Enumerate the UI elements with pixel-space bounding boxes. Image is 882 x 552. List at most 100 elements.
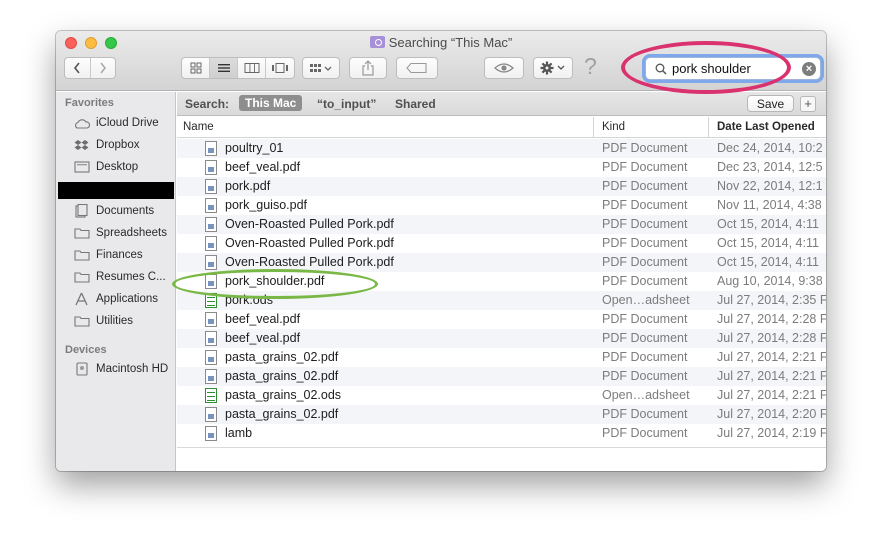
table-row[interactable]: pork_guiso.pdf PDF Document Nov 11, 2014… — [177, 196, 826, 215]
edit-tags-button[interactable] — [396, 57, 438, 79]
file-kind: Open…adsheet — [602, 293, 690, 307]
quick-look-button[interactable] — [484, 57, 524, 79]
applications-icon — [73, 292, 90, 306]
sidebar-item-desktop[interactable]: Desktop — [73, 157, 138, 177]
sidebar-item-label: Dropbox — [96, 139, 140, 151]
column-view-button[interactable] — [238, 58, 266, 78]
file-name: Oven-Roasted Pulled Pork.pdf — [225, 236, 394, 250]
sidebar-item-applications[interactable]: Applications — [73, 289, 158, 309]
sidebar-item-label: Desktop — [96, 161, 139, 173]
sidebar-item-dropbox[interactable]: Dropbox — [73, 135, 139, 155]
file-kind: PDF Document — [602, 160, 688, 174]
sidebar-item-macintosh-hd[interactable]: Macintosh HD — [73, 359, 168, 379]
scope-to-input-button[interactable]: “to_input” — [317, 97, 376, 111]
file-name: beef_veal.pdf — [225, 312, 301, 326]
scope-shared-button[interactable]: Shared — [395, 97, 436, 111]
table-row[interactable]: pasta_grains_02.pdf PDF Document Jul 27,… — [177, 367, 826, 386]
file-name: Oven-Roasted Pulled Pork.pdf — [225, 217, 394, 231]
help-icon[interactable]: ? — [584, 53, 597, 80]
forward-button[interactable] — [91, 58, 116, 78]
pdf-file-icon — [205, 141, 217, 156]
clear-search-icon[interactable]: × — [802, 62, 816, 76]
table-row[interactable]: beef_veal.pdf PDF Document Dec 23, 2014,… — [177, 158, 826, 177]
column-header-date-last-opened[interactable]: Date Last Opened — [717, 121, 815, 133]
dropbox-icon — [73, 139, 90, 152]
table-row[interactable]: pasta_grains_02.pdf PDF Document Jul 27,… — [177, 348, 826, 367]
back-button[interactable] — [65, 58, 91, 78]
table-row[interactable]: Oven-Roasted Pulled Pork.pdf PDF Documen… — [177, 234, 826, 253]
share-icon — [362, 60, 374, 76]
search-field-highlight — [621, 41, 791, 94]
file-kind: PDF Document — [602, 426, 688, 440]
file-date: Jul 27, 2014, 2:21 F — [717, 369, 826, 383]
sidebar-item-utilities[interactable]: Utilities — [73, 311, 133, 331]
pdf-file-icon — [205, 217, 217, 232]
file-kind: PDF Document — [602, 236, 688, 250]
file-name: pork.pdf — [225, 179, 271, 193]
file-name: beef_veal.pdf — [225, 160, 301, 174]
cover-flow-button[interactable] — [266, 58, 294, 78]
table-row[interactable]: pasta_grains_02.pdf PDF Document Jul 27,… — [177, 405, 826, 424]
add-criteria-button[interactable]: + — [800, 96, 816, 112]
file-kind: PDF Document — [602, 255, 688, 269]
desktop-icon — [73, 161, 90, 174]
navigation-buttons — [64, 57, 116, 79]
file-name: pork_guiso.pdf — [225, 198, 308, 212]
save-search-button[interactable]: Save — [747, 95, 794, 112]
status-area — [177, 447, 826, 471]
file-date: Dec 23, 2014, 12:5 — [717, 160, 823, 174]
view-mode-control — [181, 57, 295, 79]
sidebar-item-label: Macintosh HD — [96, 363, 169, 375]
table-row[interactable]: beef_veal.pdf PDF Document Jul 27, 2014,… — [177, 329, 826, 348]
pdf-file-icon — [205, 160, 217, 175]
file-date: Dec 24, 2014, 10:2 — [717, 141, 823, 155]
scope-this-mac-button[interactable]: This Mac — [239, 95, 303, 111]
sidebar-item-label: Resumes C... — [96, 271, 166, 283]
file-kind: PDF Document — [602, 198, 688, 212]
file-date: Jul 27, 2014, 2:35 F — [717, 293, 826, 307]
smart-folder-icon — [369, 36, 385, 48]
sidebar-item-documents[interactable]: Documents — [73, 201, 154, 221]
list-view-button[interactable] — [210, 58, 238, 78]
table-row[interactable]: Oven-Roasted Pulled Pork.pdf PDF Documen… — [177, 215, 826, 234]
action-menu-button[interactable] — [533, 57, 573, 79]
spreadsheet-file-icon — [205, 388, 217, 403]
table-row[interactable]: lamb PDF Document Jul 27, 2014, 2:19 F — [177, 424, 826, 443]
column-divider[interactable] — [593, 117, 594, 138]
icon-view-icon — [190, 62, 201, 74]
table-row[interactable]: pork.pdf PDF Document Nov 22, 2014, 12:1 — [177, 177, 826, 196]
arrange-button[interactable] — [302, 57, 340, 79]
file-kind: PDF Document — [602, 331, 688, 345]
sidebar-item-finances[interactable]: Finances — [73, 245, 143, 265]
column-header-name[interactable]: Name — [183, 121, 214, 133]
sidebar-item-spreadsheets[interactable]: Spreadsheets — [73, 223, 167, 243]
sidebar-item-icloud-drive[interactable]: iCloud Drive — [73, 113, 159, 133]
column-divider[interactable] — [708, 117, 709, 138]
sidebar-item-label: Applications — [96, 293, 159, 305]
file-name: poultry_01 — [225, 141, 284, 155]
pdf-file-icon — [205, 350, 217, 365]
sidebar-item-resumes[interactable]: Resumes C... — [73, 267, 166, 287]
file-name: pasta_grains_02.pdf — [225, 350, 339, 364]
file-name: pasta_grains_02.ods — [225, 388, 342, 402]
icon-view-button[interactable] — [182, 58, 210, 78]
column-headers: Name Kind Date Last Opened — [177, 117, 826, 138]
file-name: pasta_grains_02.pdf — [225, 369, 339, 383]
file-date: Aug 10, 2014, 9:38 — [717, 274, 823, 288]
file-name: pasta_grains_02.pdf — [225, 407, 339, 421]
search-scope-bar: Search: This Mac “to_input” Shared Save … — [177, 92, 826, 116]
table-row[interactable]: poultry_01 PDF Document Dec 24, 2014, 10… — [177, 139, 826, 158]
pdf-file-icon — [205, 198, 217, 213]
chevron-right-icon — [100, 62, 106, 74]
pdf-file-icon — [205, 179, 217, 194]
column-header-kind[interactable]: Kind — [602, 121, 625, 133]
sidebar-item-label: Utilities — [96, 315, 134, 327]
search-scope-label: Search: — [185, 97, 230, 111]
table-row[interactable]: pasta_grains_02.ods Open…adsheet Jul 27,… — [177, 386, 826, 405]
file-date: Jul 27, 2014, 2:21 F — [717, 388, 826, 402]
file-name: beef_veal.pdf — [225, 331, 301, 345]
table-row[interactable]: beef_veal.pdf PDF Document Jul 27, 2014,… — [177, 310, 826, 329]
file-kind: PDF Document — [602, 274, 688, 288]
sidebar-item-label: Spreadsheets — [96, 227, 167, 239]
share-button[interactable] — [349, 57, 387, 79]
